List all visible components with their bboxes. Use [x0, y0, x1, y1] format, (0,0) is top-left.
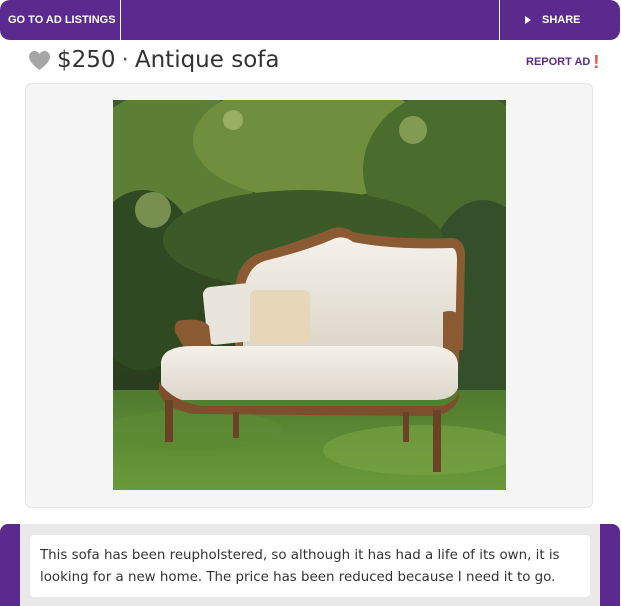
- ad-description: This sofa has been reupholstered, so alt…: [30, 535, 590, 597]
- report-ad-label: REPORT AD: [526, 56, 591, 68]
- exclamation-icon: !: [593, 52, 600, 72]
- go-to-ad-listings-label: GO TO AD LISTINGS: [8, 14, 116, 26]
- go-to-ad-listings-button[interactable]: GO TO AD LISTINGS: [0, 0, 121, 40]
- heart-icon[interactable]: [28, 50, 51, 71]
- ad-title-row: $250 · Antique sofa: [28, 44, 279, 76]
- ad-name: Antique sofa: [134, 47, 280, 73]
- top-bar: GO TO AD LISTINGS SHARE: [0, 0, 620, 40]
- ad-price: $250: [57, 47, 116, 73]
- play-triangle-icon: [525, 16, 531, 24]
- sofa-photo[interactable]: [113, 100, 506, 490]
- report-ad-button[interactable]: REPORT AD !: [526, 52, 599, 72]
- share-label: SHARE: [542, 14, 581, 26]
- sofa-photo-image: [113, 100, 506, 490]
- ad-title: $250 · Antique sofa: [57, 47, 279, 73]
- share-button[interactable]: SHARE: [499, 0, 620, 40]
- title-separator: ·: [121, 47, 129, 73]
